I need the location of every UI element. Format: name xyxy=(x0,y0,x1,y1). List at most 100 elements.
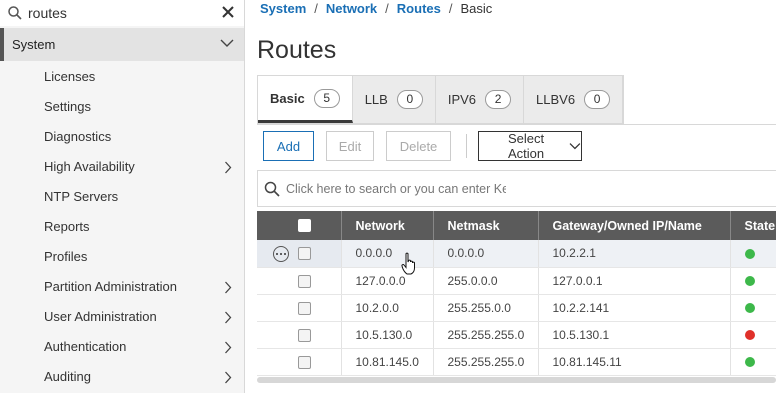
table-row[interactable]: 10.81.145.0 255.255.255.0 10.81.145.11 xyxy=(257,348,776,376)
row-checkbox[interactable] xyxy=(298,247,311,260)
breadcrumb-system[interactable]: System xyxy=(260,1,306,16)
clear-search-icon[interactable] xyxy=(220,3,236,21)
toolbar: Add Edit Delete Select Action xyxy=(263,131,776,161)
sidebar-section-system[interactable]: System xyxy=(0,28,244,61)
cell-netmask: 255.255.255.0 xyxy=(433,321,539,349)
cell-network: 10.81.145.0 xyxy=(341,348,434,376)
tab-llbv6[interactable]: LLBV6 0 xyxy=(524,76,624,123)
row-controls xyxy=(257,321,342,349)
row-controls xyxy=(257,267,342,295)
sidebar-item-authentication[interactable]: Authentication xyxy=(0,331,244,361)
page-title: Routes xyxy=(257,36,337,64)
sidebar-item-label: NTP Servers xyxy=(44,188,119,204)
horizontal-scrollbar[interactable] xyxy=(257,377,776,383)
hand-pointer-icon xyxy=(401,252,415,275)
cell-gateway: 127.0.0.1 xyxy=(538,267,731,295)
breadcrumb: System / Network / Routes / Basic xyxy=(260,1,492,16)
sidebar-item-label: Licenses xyxy=(44,68,96,84)
sidebar-item-ntp-servers[interactable]: NTP Servers xyxy=(0,181,244,211)
cell-netmask: 255.255.0.0 xyxy=(433,294,539,322)
column-header-gateway[interactable]: Gateway/Owned IP/Name xyxy=(538,211,731,240)
table-row[interactable]: 10.2.0.0 255.255.0.0 10.2.2.141 xyxy=(257,294,776,322)
add-button[interactable]: Add xyxy=(263,131,314,161)
sidebar-item-partition-administration[interactable]: Partition Administration xyxy=(0,271,244,301)
breadcrumb-network[interactable]: Network xyxy=(326,1,377,16)
row-checkbox[interactable] xyxy=(298,355,311,369)
column-header-netmask[interactable]: Netmask xyxy=(433,211,539,240)
column-header-state[interactable]: State xyxy=(730,211,776,240)
edit-button[interactable]: Edit xyxy=(326,131,374,161)
search-icon xyxy=(264,181,280,197)
select-all-header xyxy=(257,211,342,240)
select-action-dropdown[interactable]: Select Action xyxy=(478,131,582,161)
cell-state xyxy=(730,240,776,268)
sidebar-item-user-administration[interactable]: User Administration xyxy=(0,301,244,331)
sidebar-item-diagnostics[interactable]: Diagnostics xyxy=(0,121,244,151)
table-body: 0.0.0.0 0.0.0.0 10.2.2.1 127.0.0.0 255.0.0.0… xyxy=(257,240,776,376)
main-content: System / Network / Routes / Basic Routes Basic… xyxy=(245,0,776,393)
chevron-right-icon xyxy=(225,371,232,384)
cell-network: 10.2.0.0 xyxy=(341,294,434,322)
sidebar-item-label: Profiles xyxy=(44,248,88,264)
table-search-bar[interactable] xyxy=(257,170,776,207)
cell-gateway: 10.5.130.1 xyxy=(538,321,731,349)
tab-llb[interactable]: LLB 0 xyxy=(353,76,436,123)
cell-gateway: 10.2.2.141 xyxy=(538,294,731,322)
table-row[interactable]: 10.5.130.0 255.255.255.0 10.5.130.1 xyxy=(257,321,776,349)
tab-label: LLBV6 xyxy=(536,92,576,107)
column-header-network[interactable]: Network xyxy=(341,211,434,240)
tab-count-badge: 5 xyxy=(313,88,340,108)
cell-state xyxy=(730,348,776,376)
state-down-icon xyxy=(744,330,755,340)
delete-button[interactable]: Delete xyxy=(386,131,451,161)
search-icon xyxy=(8,6,22,20)
select-all-checkbox[interactable] xyxy=(298,219,311,232)
table-header-row: Network Netmask Gateway/Owned IP/Name St… xyxy=(257,211,776,240)
sidebar-search-input[interactable] xyxy=(28,5,208,21)
toolbar-divider xyxy=(466,134,467,158)
table-search-input[interactable] xyxy=(286,181,506,196)
state-up-icon xyxy=(744,276,755,286)
chevron-right-icon xyxy=(225,311,232,324)
sidebar-item-profiles[interactable]: Profiles xyxy=(0,241,244,271)
cell-state xyxy=(730,294,776,322)
tab-count-badge: 0 xyxy=(396,90,423,109)
tab-basic[interactable]: Basic 5 xyxy=(258,76,353,123)
sidebar-nav-list: Licenses Settings Diagnostics High Availabi… xyxy=(0,61,244,391)
row-checkbox[interactable] xyxy=(298,301,311,315)
routes-table: Network Netmask Gateway/Owned IP/Name St… xyxy=(257,211,776,376)
breadcrumb-separator: / xyxy=(448,1,453,16)
row-checkbox[interactable] xyxy=(298,328,311,342)
table-row[interactable]: 0.0.0.0 0.0.0.0 10.2.2.1 xyxy=(257,240,776,268)
breadcrumb-separator: / xyxy=(385,1,389,16)
tab-count-badge: 0 xyxy=(584,90,611,109)
state-up-icon xyxy=(744,303,755,313)
sidebar-section-label: System xyxy=(12,37,56,52)
row-actions-icon[interactable] xyxy=(273,246,289,262)
table-row[interactable]: 127.0.0.0 255.0.0.0 127.0.0.1 xyxy=(257,267,776,295)
tab-label: LLB xyxy=(364,92,388,107)
tab-ipv6[interactable]: IPV6 2 xyxy=(436,76,525,123)
sidebar-item-reports[interactable]: Reports xyxy=(0,211,244,241)
sidebar-search xyxy=(0,0,244,26)
chevron-right-icon xyxy=(225,281,232,294)
sidebar-item-label: Settings xyxy=(44,98,91,114)
chevron-right-icon xyxy=(225,341,232,354)
sidebar-item-high-availability[interactable]: High Availability xyxy=(0,151,244,181)
state-up-icon xyxy=(744,357,755,367)
breadcrumb-separator: / xyxy=(314,1,318,16)
sidebar-item-licenses[interactable]: Licenses xyxy=(0,61,244,91)
tab-bar: Basic 5 LLB 0 IPV6 2 LLBV6 0 xyxy=(257,75,625,124)
sidebar-item-label: Auditing xyxy=(44,368,91,384)
sidebar-item-auditing[interactable]: Auditing xyxy=(0,361,244,391)
sidebar: System Licenses Settings Diagnostics High A… xyxy=(0,0,245,393)
sidebar-item-label: Diagnostics xyxy=(44,128,112,144)
row-checkbox[interactable] xyxy=(298,274,311,288)
cell-network: 0.0.0.0 xyxy=(341,240,434,268)
breadcrumb-routes[interactable]: Routes xyxy=(397,1,441,16)
cell-state xyxy=(730,321,776,349)
cell-state xyxy=(730,267,776,295)
row-controls xyxy=(257,348,342,376)
sidebar-item-settings[interactable]: Settings xyxy=(0,91,244,121)
tab-label: Basic xyxy=(270,90,305,106)
